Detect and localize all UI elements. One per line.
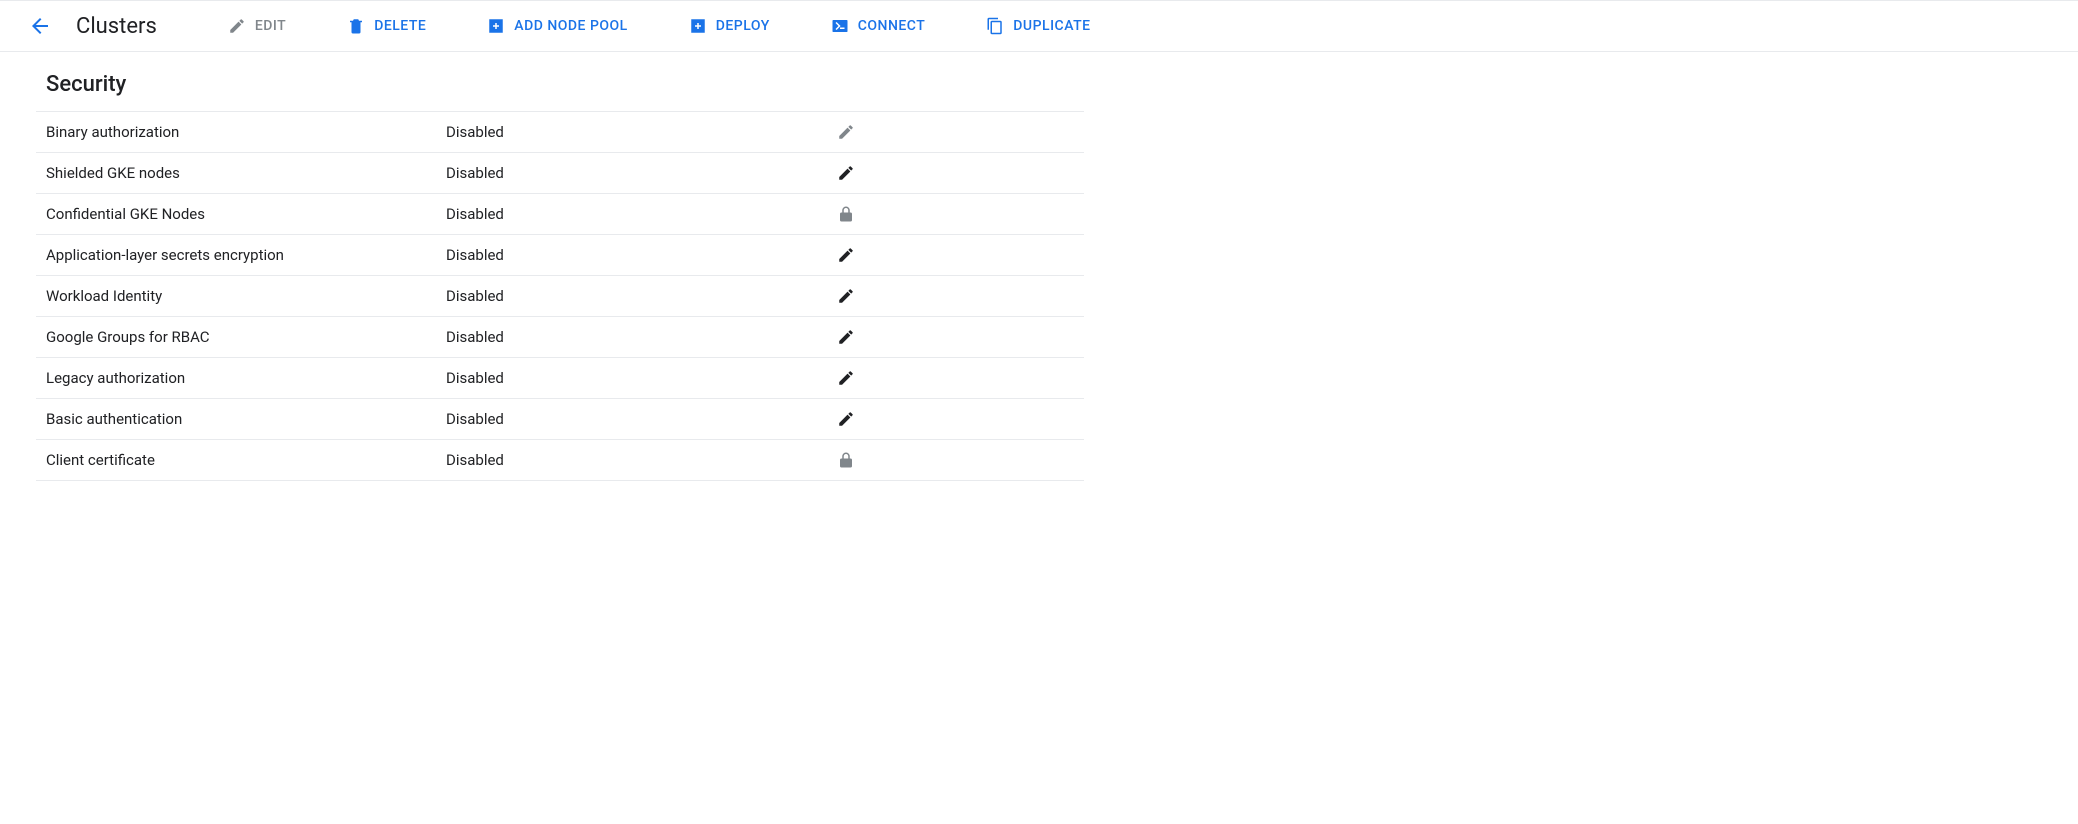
- edit-button-label: Edit: [255, 18, 286, 34]
- setting-label: Google Groups for RBAC: [46, 328, 446, 346]
- edit-row-button[interactable]: [832, 282, 860, 310]
- toolbar: Clusters Edit Delete Add Node Pool Deplo…: [0, 0, 2078, 52]
- setting-label: Workload Identity: [46, 287, 446, 305]
- setting-label: Binary authorization: [46, 123, 446, 141]
- page-title: Clusters: [76, 14, 157, 39]
- setting-action: [826, 241, 866, 269]
- setting-value: Disabled: [446, 451, 826, 469]
- delete-button[interactable]: Delete: [332, 8, 440, 44]
- setting-action: [826, 118, 866, 146]
- delete-button-label: Delete: [374, 18, 426, 34]
- copy-icon: [985, 16, 1005, 36]
- deploy-button-label: Deploy: [716, 18, 770, 34]
- pencil-icon: [837, 328, 855, 346]
- edit-row-button[interactable]: [832, 405, 860, 433]
- settings-row: Workload IdentityDisabled: [36, 275, 1084, 316]
- add-node-pool-button-label: Add Node Pool: [514, 18, 627, 34]
- add-node-pool-button[interactable]: Add Node Pool: [472, 8, 641, 44]
- lock-icon: [832, 446, 860, 474]
- settings-row: Application-layer secrets encryptionDisa…: [36, 234, 1084, 275]
- setting-value: Disabled: [446, 246, 826, 264]
- setting-value: Disabled: [446, 287, 826, 305]
- setting-label: Client certificate: [46, 451, 446, 469]
- setting-value: Disabled: [446, 410, 826, 428]
- content: Security Binary authorizationDisabledShi…: [0, 52, 1120, 501]
- settings-row: Google Groups for RBACDisabled: [36, 316, 1084, 357]
- setting-action: [826, 323, 866, 351]
- arrow-back-icon: [28, 14, 52, 38]
- setting-value: Disabled: [446, 369, 826, 387]
- edit-row-button[interactable]: [832, 323, 860, 351]
- edit-row-button[interactable]: [832, 241, 860, 269]
- pencil-icon: [837, 123, 855, 141]
- pencil-icon: [837, 164, 855, 182]
- lock-icon: [837, 451, 855, 469]
- edit-button[interactable]: Edit: [213, 8, 300, 44]
- connect-button[interactable]: Connect: [816, 8, 940, 44]
- deploy-button[interactable]: Deploy: [674, 8, 784, 44]
- settings-row: Binary authorizationDisabled: [36, 111, 1084, 152]
- plus-box-icon: [688, 16, 708, 36]
- settings-table: Binary authorizationDisabledShielded GKE…: [36, 111, 1084, 481]
- trash-icon: [346, 16, 366, 36]
- edit-row-button[interactable]: [832, 159, 860, 187]
- duplicate-button[interactable]: Duplicate: [971, 8, 1104, 44]
- settings-row: Basic authenticationDisabled: [36, 398, 1084, 439]
- settings-row: Client certificateDisabled: [36, 439, 1084, 481]
- pencil-icon: [837, 287, 855, 305]
- settings-row: Confidential GKE NodesDisabled: [36, 193, 1084, 234]
- lock-icon: [837, 205, 855, 223]
- setting-action: [826, 200, 866, 228]
- section-heading: Security: [36, 72, 1084, 97]
- setting-value: Disabled: [446, 205, 826, 223]
- back-button[interactable]: [20, 6, 60, 46]
- pencil-icon: [837, 369, 855, 387]
- lock-icon: [832, 200, 860, 228]
- setting-label: Shielded GKE nodes: [46, 164, 446, 182]
- setting-action: [826, 446, 866, 474]
- setting-label: Application-layer secrets encryption: [46, 246, 446, 264]
- setting-label: Confidential GKE Nodes: [46, 205, 446, 223]
- settings-row: Shielded GKE nodesDisabled: [36, 152, 1084, 193]
- setting-label: Legacy authorization: [46, 369, 446, 387]
- setting-action: [826, 364, 866, 392]
- setting-action: [826, 159, 866, 187]
- setting-label: Basic authentication: [46, 410, 446, 428]
- pencil-icon: [837, 246, 855, 264]
- setting-value: Disabled: [446, 123, 826, 141]
- setting-action: [826, 405, 866, 433]
- plus-box-icon: [486, 16, 506, 36]
- setting-action: [826, 282, 866, 310]
- setting-value: Disabled: [446, 164, 826, 182]
- terminal-icon: [830, 16, 850, 36]
- connect-button-label: Connect: [858, 18, 926, 34]
- edit-row-button[interactable]: [832, 364, 860, 392]
- edit-row-button[interactable]: [832, 118, 860, 146]
- settings-row: Legacy authorizationDisabled: [36, 357, 1084, 398]
- setting-value: Disabled: [446, 328, 826, 346]
- pencil-icon: [227, 16, 247, 36]
- duplicate-button-label: Duplicate: [1013, 18, 1090, 34]
- pencil-icon: [837, 410, 855, 428]
